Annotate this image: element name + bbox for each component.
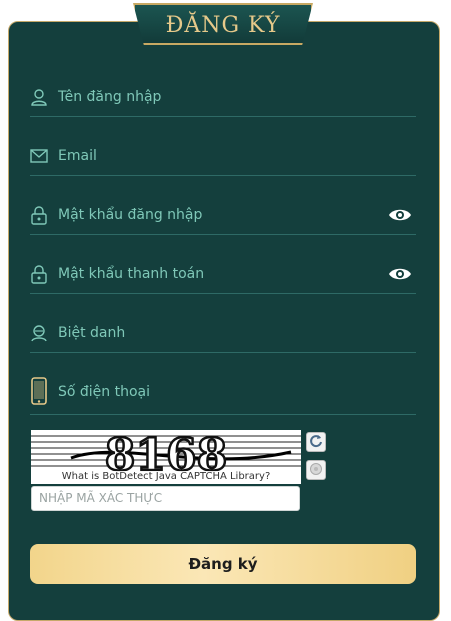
lock-icon <box>30 204 48 226</box>
phone-field[interactable]: Số điện thoại <box>30 377 416 415</box>
sound-icon <box>309 461 323 480</box>
captcha-image: 8168 What is BotDetect Java CAPTCHA Libr… <box>31 430 301 484</box>
show-payment-password-eye-icon[interactable] <box>388 265 412 283</box>
login-password-field[interactable]: Mật khẩu đăng nhập <box>30 204 416 235</box>
audio-captcha-button[interactable] <box>306 460 326 480</box>
refresh-icon <box>309 433 323 452</box>
phone-icon <box>30 377 48 405</box>
phone-placeholder: Số điện thoại <box>58 384 151 400</box>
page-title: ĐĂNG KÝ <box>165 12 281 38</box>
email-field[interactable]: Email <box>30 145 416 176</box>
captcha-input[interactable]: NHẬP MÃ XÁC THỰC <box>31 486 300 511</box>
register-title-tab: ĐĂNG KÝ <box>133 3 313 45</box>
payment-password-field[interactable]: Mật khẩu thanh toán <box>30 263 416 294</box>
register-button[interactable]: Đăng ký <box>30 544 416 584</box>
mail-icon <box>30 145 48 167</box>
user-icon <box>30 86 48 108</box>
lock-icon <box>30 263 48 285</box>
login-password-placeholder: Mật khẩu đăng nhập <box>58 207 203 223</box>
username-field[interactable]: Tên đăng nhập <box>30 86 416 117</box>
show-password-eye-icon[interactable] <box>388 206 412 224</box>
refresh-captcha-button[interactable] <box>306 432 326 452</box>
nickname-icon <box>30 322 48 344</box>
nickname-placeholder: Biệt danh <box>58 325 126 341</box>
username-placeholder: Tên đăng nhập <box>58 89 162 105</box>
payment-password-placeholder: Mật khẩu thanh toán <box>58 266 205 282</box>
nickname-field[interactable]: Biệt danh <box>30 322 416 353</box>
email-placeholder: Email <box>58 148 97 164</box>
captcha-caption: What is BotDetect Java CAPTCHA Library? <box>31 471 301 483</box>
